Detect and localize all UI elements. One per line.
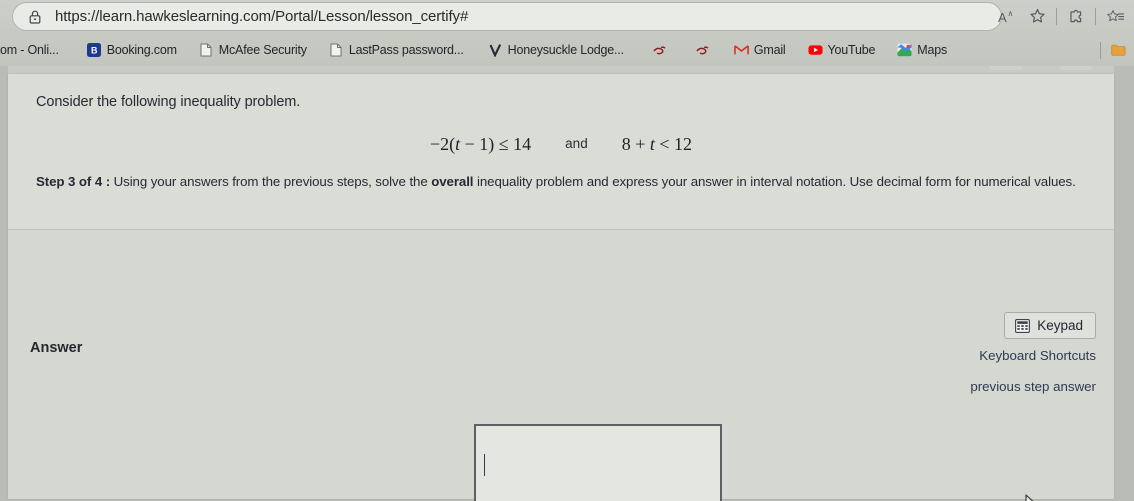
address-bar[interactable]: https://learn.hawkeslearning.com/Portal/… <box>12 2 1002 31</box>
step-emphasis: overall <box>431 174 474 189</box>
inequality-conjunction: and <box>565 136 588 151</box>
lesson-content-card: Consider the following inequality proble… <box>8 74 1114 501</box>
step-instruction: Step 3 of 4 : Using your answers from th… <box>36 172 1081 191</box>
url-text: https://learn.hawkeslearning.com/Portal/… <box>55 8 469 25</box>
svg-text:B: B <box>91 46 98 56</box>
bookmark-label: YouTube <box>827 43 876 57</box>
partial-tab-left <box>988 66 1024 70</box>
inequality-right-pre: 8 + <box>621 134 650 154</box>
bookmark-label: om - Onli... <box>0 43 59 57</box>
answer-tools: Keypad Keyboard Shortcuts previous step … <box>816 312 1096 394</box>
booking-icon: B <box>87 43 102 58</box>
page-viewport: Consider the following inequality proble… <box>0 66 1134 501</box>
toolbar-divider-2 <box>1095 8 1096 25</box>
inequality-left-mid: − 1) ≤ 14 <box>460 134 532 154</box>
bookmark-label: Booking.com <box>106 43 177 57</box>
page-icon <box>329 43 344 58</box>
question-prompt: Consider the following inequality proble… <box>36 94 301 110</box>
swirl-icon <box>695 43 710 58</box>
bookmark-honeysuckle-lodge[interactable]: Honeysuckle Lodge... <box>481 38 631 62</box>
page-top-strip <box>8 66 1114 74</box>
keyboard-shortcuts-link[interactable]: Keyboard Shortcuts <box>816 348 1096 363</box>
svg-text:A: A <box>998 10 1007 25</box>
bookmarks-bar: om - Onli... B Booking.com McAfee Securi… <box>0 34 1134 66</box>
bookmark-label: Honeysuckle Lodge... <box>507 43 624 57</box>
read-aloud-icon[interactable]: A ∧ <box>992 3 1022 31</box>
swirl-icon <box>652 43 667 58</box>
bookmark-icon-only-1[interactable] <box>645 38 674 62</box>
gmail-icon <box>733 43 749 58</box>
page-icon <box>199 43 214 58</box>
step-label: Step 3 of 4 : <box>36 174 111 189</box>
previous-step-answer-link[interactable]: previous step answer <box>816 379 1096 394</box>
v-mark-icon <box>488 43 503 58</box>
answer-label: Answer <box>30 340 83 356</box>
question-area: Consider the following inequality proble… <box>8 74 1114 230</box>
bookmark-icon-only-2[interactable] <box>688 38 717 62</box>
keypad-button[interactable]: Keypad <box>1004 312 1096 339</box>
bookmarks-overflow[interactable] <box>1096 41 1134 59</box>
browser-chrome: https://learn.hawkeslearning.com/Portal/… <box>0 0 1134 66</box>
bookmark-gmail[interactable]: Gmail <box>727 38 793 62</box>
bookmark-label: Gmail <box>753 43 786 57</box>
bookmark-maps[interactable]: Maps <box>890 38 954 62</box>
text-caret <box>484 454 485 476</box>
svg-text:∧: ∧ <box>1007 9 1013 18</box>
extensions-puzzle-icon[interactable] <box>1061 3 1091 31</box>
url-bar-row: https://learn.hawkeslearning.com/Portal/… <box>0 0 1134 34</box>
bookmark-lastpass-password[interactable]: LastPass password... <box>322 38 471 62</box>
toolbar-divider <box>1056 8 1057 25</box>
folder-icon[interactable] <box>1111 43 1126 58</box>
inequality-expression: −2(t − 1) ≤ 14 and 8 + t < 12 <box>8 134 1114 155</box>
keypad-icon <box>1015 318 1031 333</box>
answer-input[interactable] <box>474 424 722 501</box>
browser-toolbar-right: A ∧ <box>992 2 1130 31</box>
bookmark-youtube[interactable]: YouTube <box>801 38 883 62</box>
bookmark-com-online[interactable]: om - Onli... <box>0 38 66 62</box>
maps-icon <box>897 43 912 58</box>
inequality-right-post: < 12 <box>654 134 693 154</box>
bookmark-mcafee-security[interactable]: McAfee Security <box>192 38 314 62</box>
step-body-2: inequality problem and express your answ… <box>473 174 1076 189</box>
keypad-button-label: Keypad <box>1037 318 1083 333</box>
bookmark-label: McAfee Security <box>218 43 307 57</box>
answer-area: Answer Keypad Keyboard Shortcuts previou… <box>8 230 1114 501</box>
collections-icon[interactable] <box>1100 3 1130 31</box>
inequality-left-pre: −2( <box>429 134 456 154</box>
favorites-star-icon[interactable] <box>1022 3 1052 31</box>
youtube-icon <box>807 43 823 58</box>
bookmark-label: LastPass password... <box>348 43 464 57</box>
bookmark-label: Maps <box>917 43 948 57</box>
bookmarks-divider <box>1100 41 1101 59</box>
step-body-1: Using your answers from the previous ste… <box>110 174 432 189</box>
lock-icon <box>29 10 41 24</box>
partial-tab-right <box>1058 66 1094 70</box>
bookmark-booking[interactable]: B Booking.com <box>80 38 184 62</box>
